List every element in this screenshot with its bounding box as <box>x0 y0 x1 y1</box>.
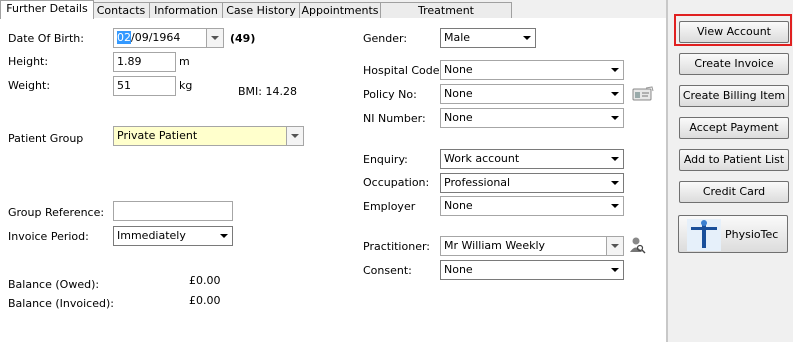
tab-contacts[interactable]: Contacts <box>92 2 150 18</box>
chevron-down-icon[interactable] <box>206 29 223 47</box>
tab-treatment-authorisation[interactable]: Treatment Authorisation <box>380 2 512 32</box>
practitioner-label: Practitioner: <box>363 240 430 253</box>
practitioner-select[interactable]: Mr William Weekly <box>440 236 624 256</box>
credit-card-button[interactable]: Credit Card <box>679 181 789 203</box>
dob-rest: /09/1964 <box>131 31 181 44</box>
enquiry-label: Enquiry: <box>363 153 408 166</box>
tab-appointments[interactable]: Appointments <box>299 2 381 18</box>
employer-value: None <box>444 199 473 212</box>
enquiry-select[interactable]: Work account <box>440 149 624 169</box>
ni-number-label: NI Number: <box>363 112 426 125</box>
weight-input[interactable]: 51 <box>113 76 176 96</box>
physiotec-logo-icon <box>687 219 721 251</box>
patient-group-select[interactable]: Private Patient <box>113 126 304 146</box>
bmi-value: BMI: 14.28 <box>238 85 297 98</box>
tab-case-history[interactable]: Case History <box>222 2 300 18</box>
view-account-button[interactable]: View Account <box>679 21 789 43</box>
height-label: Height: <box>8 55 49 68</box>
policy-no-select[interactable]: None <box>440 84 624 104</box>
dob-picker[interactable]: 02/09/1964 <box>113 28 224 48</box>
ni-number-select[interactable]: None <box>440 108 624 128</box>
chevron-down-icon[interactable] <box>607 61 623 79</box>
weight-unit: kg <box>179 79 193 92</box>
patient-group-value: Private Patient <box>117 129 198 142</box>
person-search-icon[interactable] <box>628 236 646 254</box>
hospital-code-value: None <box>444 63 473 76</box>
balance-owed-label: Balance (Owed): <box>8 278 100 291</box>
further-details-panel: Date Of Birth: 02/09/1964 (49) Height: 1… <box>0 18 666 342</box>
create-billing-item-button[interactable]: Create Billing Item <box>679 85 789 107</box>
height-unit: m <box>179 55 190 68</box>
create-invoice-button[interactable]: Create Invoice <box>679 53 789 75</box>
practitioner-value: Mr William Weekly <box>444 239 546 252</box>
group-reference-input[interactable] <box>113 201 233 221</box>
chevron-down-icon[interactable] <box>607 150 623 168</box>
weight-label: Weight: <box>8 79 51 92</box>
employer-select[interactable]: None <box>440 196 624 216</box>
chevron-down-icon[interactable] <box>519 29 535 47</box>
chevron-down-icon[interactable] <box>606 237 623 255</box>
accept-payment-button[interactable]: Accept Payment <box>679 117 789 139</box>
enquiry-value: Work account <box>444 152 520 165</box>
gender-value: Male <box>444 31 471 44</box>
tab-strip: Further Details Contacts Information Cas… <box>0 0 666 32</box>
patient-group-label: Patient Group <box>8 132 84 145</box>
actions-sidebar <box>668 0 793 342</box>
chevron-down-icon[interactable] <box>607 85 623 103</box>
chevron-down-icon[interactable] <box>286 127 303 145</box>
policy-no-value: None <box>444 87 473 100</box>
invoice-period-value: Immediately <box>117 229 186 242</box>
group-reference-label: Group Reference: <box>8 206 105 219</box>
hospital-code-label: Hospital Code: <box>363 64 444 77</box>
employer-label: Employer <box>363 200 416 213</box>
physiotec-button[interactable]: PhysioTec <box>678 215 788 253</box>
tab-information[interactable]: Information <box>149 2 223 18</box>
dob-label: Date Of Birth: <box>8 32 84 45</box>
policy-no-label: Policy No: <box>363 88 417 101</box>
chevron-down-icon[interactable] <box>607 261 623 279</box>
occupation-value: Professional <box>444 176 511 189</box>
consent-select[interactable]: None <box>440 260 624 280</box>
physiotec-label: PhysioTec <box>725 228 779 241</box>
consent-value: None <box>444 263 473 276</box>
age-label: (49) <box>230 32 256 45</box>
gender-select[interactable]: Male <box>440 28 536 48</box>
chevron-down-icon[interactable] <box>607 109 623 127</box>
dob-day: 02 <box>117 31 131 44</box>
chevron-down-icon[interactable] <box>607 197 623 215</box>
id-card-icon[interactable] <box>632 86 654 102</box>
invoice-period-select[interactable]: Immediately <box>113 226 233 246</box>
ni-number-value: None <box>444 111 473 124</box>
consent-label: Consent: <box>363 264 412 277</box>
add-to-patient-list-button[interactable]: Add to Patient List <box>679 149 789 171</box>
hospital-code-select[interactable]: None <box>440 60 624 80</box>
tab-further-details[interactable]: Further Details <box>0 0 94 19</box>
occupation-label: Occupation: <box>363 176 430 189</box>
occupation-select[interactable]: Professional <box>440 173 624 193</box>
chevron-down-icon[interactable] <box>607 174 623 192</box>
gender-label: Gender: <box>363 32 408 45</box>
balance-owed-value: £0.00 <box>189 274 221 287</box>
chevron-down-icon[interactable] <box>216 227 232 245</box>
balance-invoiced-label: Balance (Invoiced): <box>8 297 114 310</box>
invoice-period-label: Invoice Period: <box>8 230 89 243</box>
height-input[interactable]: 1.89 <box>113 52 176 72</box>
balance-invoiced-value: £0.00 <box>189 294 221 307</box>
